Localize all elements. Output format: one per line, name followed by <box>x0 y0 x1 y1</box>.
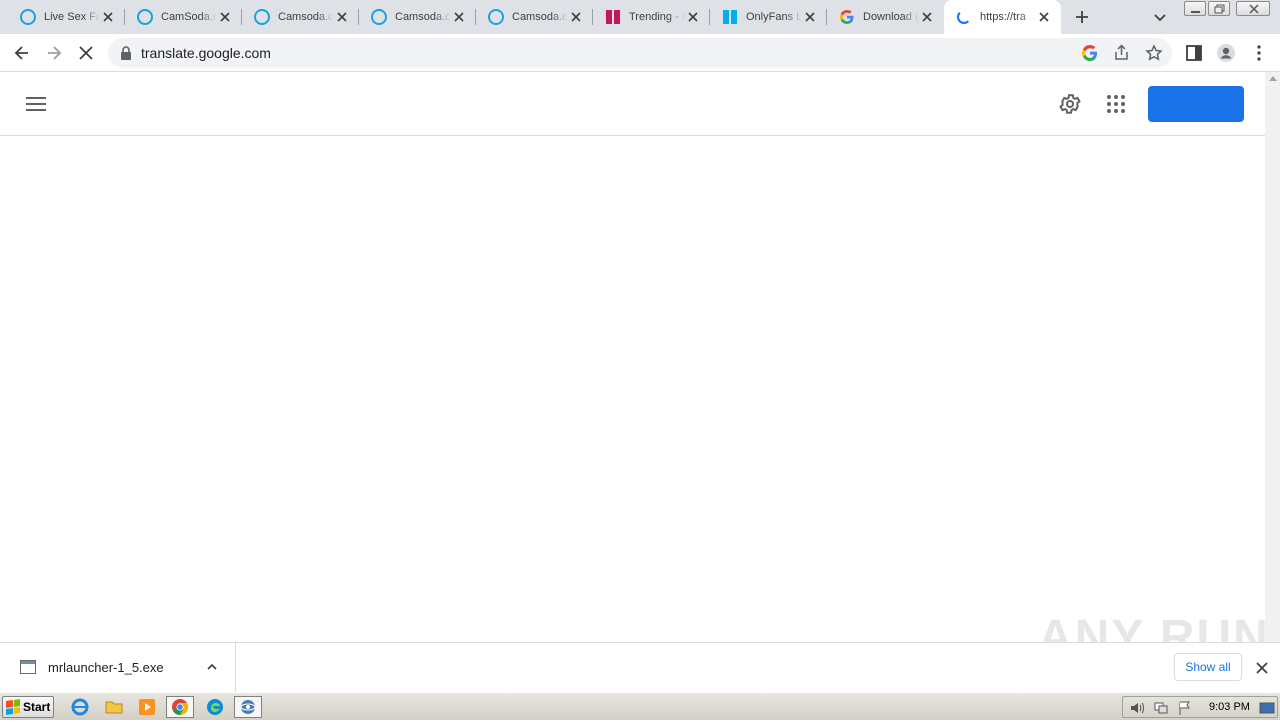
tab-2[interactable]: Camsoda.c <box>242 0 359 34</box>
speaker-icon[interactable] <box>1129 700 1145 716</box>
apps-grid-icon[interactable] <box>1104 92 1128 116</box>
star-bookmark-icon[interactable] <box>1145 44 1163 62</box>
windows-flag-icon <box>6 699 20 715</box>
tab-title: Live Sex Fr <box>44 11 100 23</box>
close-icon[interactable] <box>335 10 349 24</box>
edge-icon[interactable] <box>205 697 225 717</box>
camsoda-icon <box>20 9 36 25</box>
start-button[interactable]: Start <box>2 696 54 718</box>
tab-title: Trending - I <box>629 11 685 23</box>
tab-8-active[interactable]: https://tra <box>944 0 1061 34</box>
download-item[interactable]: mrlauncher-1_5.exe <box>0 643 236 693</box>
media-player-icon[interactable] <box>137 697 157 717</box>
hamburger-menu-icon[interactable] <box>26 96 46 112</box>
profile-avatar-icon[interactable] <box>1216 43 1236 63</box>
download-bar: mrlauncher-1_5.exe Show all <box>0 642 1280 693</box>
close-icon[interactable] <box>452 10 466 24</box>
side-panel-icon[interactable] <box>1184 43 1204 63</box>
camsoda-icon <box>254 9 270 25</box>
tab-0[interactable]: Live Sex Fr <box>8 0 125 34</box>
close-icon[interactable] <box>686 10 700 24</box>
internet-explorer-icon[interactable] <box>70 697 90 717</box>
exe-file-icon <box>20 660 36 674</box>
address-bar[interactable]: translate.google.com <box>108 38 1172 68</box>
close-icon <box>1249 4 1259 14</box>
stop-loading-icon[interactable] <box>76 43 96 63</box>
clock[interactable]: 9:03 PM <box>1209 701 1250 713</box>
restore-icon <box>1214 4 1225 14</box>
download-filename[interactable]: mrlauncher-1_5.exe <box>48 660 164 675</box>
trending-icon <box>606 10 620 24</box>
tab-3[interactable]: Camsoda.c <box>359 0 476 34</box>
scroll-up-arrow-icon[interactable] <box>1269 76 1277 81</box>
camsoda-icon <box>488 9 504 25</box>
restore-button[interactable] <box>1208 1 1230 16</box>
folder-icon[interactable] <box>104 697 124 717</box>
minimize-button[interactable] <box>1184 1 1206 16</box>
gear-icon[interactable] <box>1058 92 1082 116</box>
share-icon[interactable] <box>1113 44 1131 62</box>
tab-title: OnlyFans L <box>746 11 802 23</box>
tab-5[interactable]: Trending - I <box>593 0 710 34</box>
tab-title: Camsoda.c <box>512 11 568 23</box>
loading-spinner-icon <box>956 9 972 25</box>
tab-title: CamSoda.c <box>161 11 217 23</box>
tab-1[interactable]: CamSoda.c <box>125 0 242 34</box>
network-globe-icon <box>240 700 256 714</box>
show-desktop-icon[interactable] <box>1259 700 1275 716</box>
tab-4[interactable]: Camsoda.c <box>476 0 593 34</box>
chrome-taskbar-button[interactable] <box>166 696 194 718</box>
windows-taskbar: Start 9:03 PM <box>0 692 1280 720</box>
url-text[interactable]: translate.google.com <box>141 45 271 61</box>
close-icon[interactable] <box>218 10 232 24</box>
system-tray: 9:03 PM <box>1122 696 1278 718</box>
tab-6[interactable]: OnlyFans L <box>710 0 827 34</box>
sign-in-button[interactable] <box>1148 86 1244 122</box>
close-icon[interactable] <box>101 10 115 24</box>
google-icon <box>840 10 854 24</box>
camsoda-icon <box>137 9 153 25</box>
vertical-scrollbar[interactable] <box>1265 72 1280 642</box>
close-icon[interactable] <box>920 10 934 24</box>
browser-toolbar: translate.google.com <box>0 34 1280 72</box>
onlyfans-icon <box>723 10 737 24</box>
close-icon[interactable] <box>569 10 583 24</box>
window-close-button[interactable] <box>1236 1 1270 16</box>
start-label: Start <box>23 700 51 714</box>
lock-icon[interactable] <box>120 46 132 60</box>
kebab-menu-icon[interactable] <box>1249 43 1269 63</box>
forward-arrow-icon[interactable] <box>44 43 64 63</box>
action-center-flag-icon[interactable] <box>1177 700 1193 716</box>
page-content <box>0 72 1265 642</box>
tab-7[interactable]: Download ( <box>827 0 944 34</box>
tab-title: Camsoda.c <box>278 11 334 23</box>
close-icon[interactable] <box>1255 661 1269 675</box>
camsoda-icon <box>371 9 387 25</box>
network-icon[interactable] <box>1153 700 1169 716</box>
minimize-icon <box>1191 11 1200 13</box>
chevron-up-icon[interactable] <box>206 661 218 673</box>
translate-header <box>0 72 1265 136</box>
close-icon[interactable] <box>803 10 817 24</box>
close-icon[interactable] <box>1037 10 1051 24</box>
google-translate-icon[interactable] <box>1081 44 1099 62</box>
tab-title: https://tra <box>980 11 1026 23</box>
tab-strip: Live Sex Fr CamSoda.c Camsoda.c Camsoda.… <box>0 0 1280 34</box>
tab-title: Download ( <box>863 11 919 23</box>
chevron-down-icon[interactable] <box>1152 9 1168 25</box>
show-all-button[interactable]: Show all <box>1174 653 1242 681</box>
new-tab-icon[interactable] <box>1072 7 1092 27</box>
back-arrow-icon[interactable] <box>12 43 32 63</box>
chrome-icon <box>172 699 189 716</box>
network-app-taskbar-button[interactable] <box>234 696 262 718</box>
tab-title: Camsoda.c <box>395 11 451 23</box>
